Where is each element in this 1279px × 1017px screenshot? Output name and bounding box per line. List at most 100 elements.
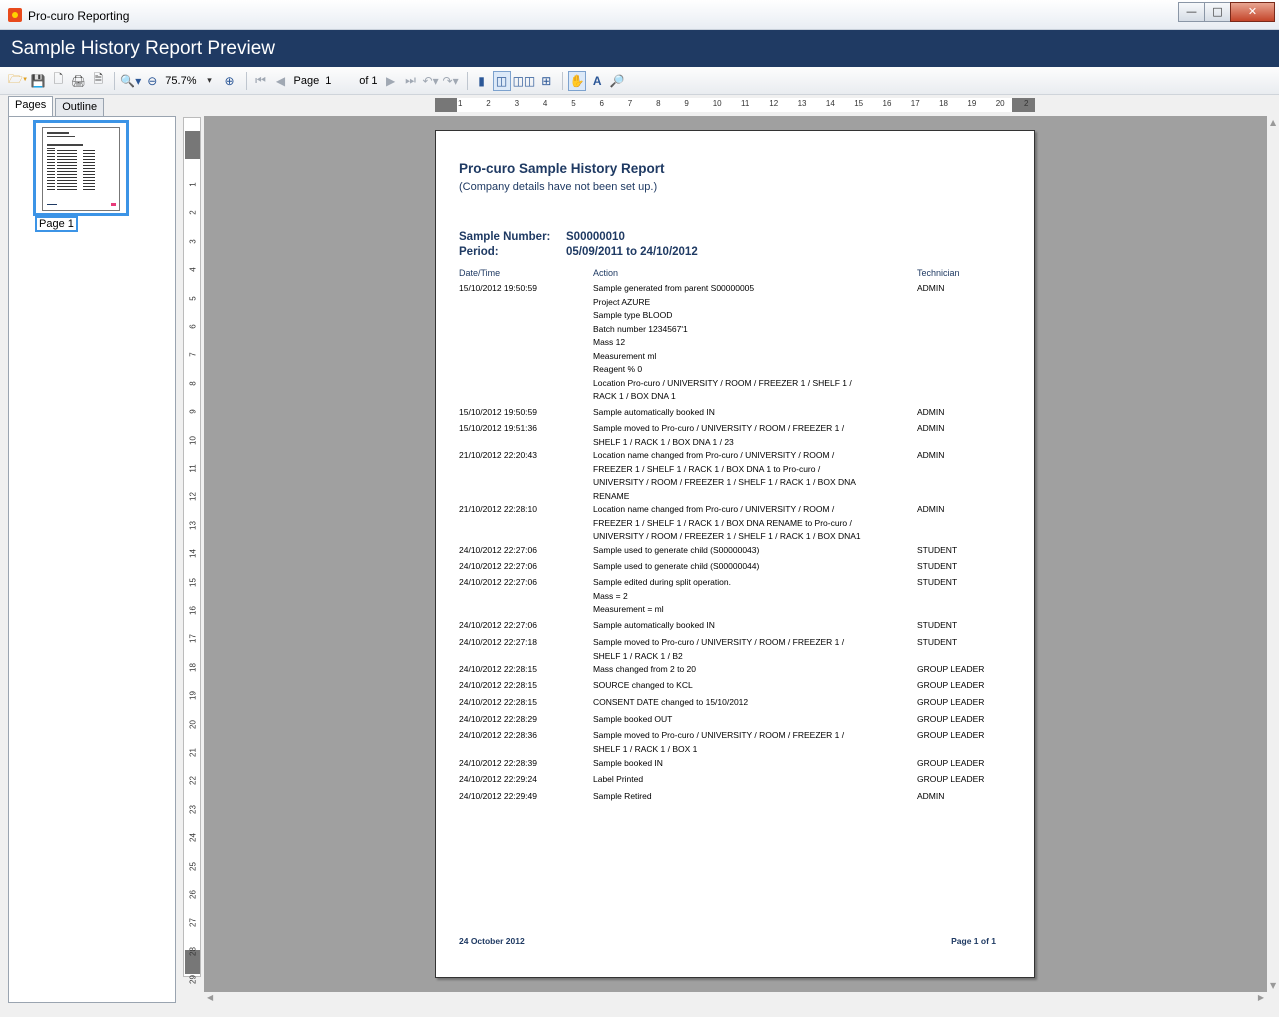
horizontal-scrollbar[interactable]: ◀ ▶ <box>204 992 1267 1004</box>
row-datetime: 24/10/2012 22:28:15 <box>459 680 537 690</box>
ruler-tick-label: 1 <box>188 182 198 187</box>
ruler-margin <box>185 131 200 159</box>
ruler-tick-label: 26 <box>188 890 198 899</box>
last-page-icon[interactable]: ⏭ <box>402 71 420 91</box>
row-datetime: 24/10/2012 22:29:49 <box>459 791 537 801</box>
action-line: FREEZER 1 / SHELF 1 / RACK 1 / BOX DNA R… <box>593 517 852 528</box>
row-technician: GROUP LEADER <box>917 774 985 784</box>
action-line: Mass 12 <box>593 337 626 347</box>
page-thumbnail[interactable] <box>33 120 129 216</box>
ruler-tick-label: 7 <box>188 352 198 358</box>
maximize-button[interactable]: □ <box>1204 2 1231 22</box>
row-datetime: 24/10/2012 22:28:36 <box>459 730 537 740</box>
scroll-up-icon[interactable]: ▲ <box>1270 118 1276 127</box>
ruler-tick-label: 7 <box>627 99 633 108</box>
page-number-input[interactable] <box>323 71 358 90</box>
tab-pages[interactable]: Pages <box>8 96 54 116</box>
row-datetime: 21/10/2012 22:20:43 <box>459 450 537 460</box>
row-action: Sample Retired <box>593 790 893 804</box>
ruler-tick-label: 13 <box>188 520 198 530</box>
ruler-tick-label: 19 <box>188 691 198 701</box>
column-header-action: Action <box>593 268 619 278</box>
action-line: RENAME <box>593 490 630 501</box>
row-technician: STUDENT <box>917 577 958 587</box>
ruler-tick-label: 20 <box>995 99 1005 108</box>
row-technician: STUDENT <box>917 545 958 555</box>
row-technician: GROUP LEADER <box>917 714 985 724</box>
action-line: Location name changed from Pro-curo / UN… <box>593 504 835 514</box>
previous-page-icon[interactable]: ◀ <box>272 71 290 91</box>
row-technician: STUDENT <box>917 620 958 630</box>
scroll-down-icon[interactable]: ▼ <box>1270 981 1276 990</box>
ruler-tick-label: 2 <box>1024 99 1029 108</box>
ruler-tick-label: 22 <box>188 776 198 786</box>
scroll-left-icon[interactable]: ◀ <box>207 993 213 1002</box>
ruler-tick-label: 24 <box>188 833 198 843</box>
ruler-margin <box>435 98 457 112</box>
scroll-right-icon[interactable]: ▶ <box>1258 993 1264 1002</box>
back-icon[interactable]: ↶▾ <box>422 71 440 91</box>
zoom-in-icon[interactable]: ⊕ <box>221 71 239 91</box>
row-datetime: 21/10/2012 22:28:10 <box>459 504 537 514</box>
ruler-tick-label: 5 <box>571 99 576 108</box>
ruler-tick-label: 8 <box>188 381 198 386</box>
row-technician: GROUP LEADER <box>917 680 985 690</box>
action-line: UNIVERSITY / ROOM / FREEZER 1 / SHELF 1 … <box>593 477 856 487</box>
save-icon[interactable]: 💾 <box>29 71 47 91</box>
continuous-page-icon[interactable]: ◫ <box>492 70 511 91</box>
row-action: SOURCE changed to KCL <box>593 679 893 693</box>
multiple-pages-icon[interactable]: ⊞ <box>537 71 555 91</box>
ruler-tick-label: 18 <box>188 662 198 672</box>
vertical-scrollbar[interactable]: ▲ ▼ <box>1267 116 1279 992</box>
first-page-icon[interactable]: ⏮ <box>252 71 270 91</box>
row-action: Sample moved to Pro-curo / UNIVERSITY / … <box>593 422 893 449</box>
print-icon[interactable]: 🖨 <box>69 71 87 91</box>
page-setup-icon[interactable]: 🗋 <box>49 71 67 91</box>
row-datetime: 24/10/2012 22:27:06 <box>459 545 537 555</box>
action-line: FREEZER 1 / SHELF 1 / RACK 1 / BOX DNA 1… <box>593 463 821 474</box>
tab-outline[interactable]: Outline <box>55 98 105 116</box>
toolbar-separator <box>114 71 116 90</box>
ruler-tick-label: 2 <box>188 210 198 216</box>
zoom-out-icon[interactable]: ⊖ <box>143 71 161 91</box>
minimize-button[interactable]: — <box>1178 2 1205 22</box>
close-button[interactable]: ✕ <box>1230 2 1275 22</box>
forward-icon[interactable]: ↷▾ <box>442 71 460 91</box>
action-line: Sample moved to Pro-curo / UNIVERSITY / … <box>593 423 845 433</box>
row-datetime: 15/10/2012 19:51:36 <box>459 423 537 433</box>
two-pages-icon[interactable]: ◫◫ <box>513 71 536 91</box>
zoom-icon[interactable]: 🔍▾ <box>120 71 141 91</box>
single-page-icon[interactable]: ▮ <box>473 71 491 91</box>
window-titlebar: Pro-curo Reporting — □ ✕ <box>0 0 1279 30</box>
chevron-down-icon[interactable]: ▾ <box>201 71 219 91</box>
row-technician: ADMIN <box>917 407 945 417</box>
hand-tool-icon[interactable]: ✋ <box>568 70 587 91</box>
ruler-tick-label: 2 <box>486 99 491 108</box>
action-line: SHELF 1 / RACK 1 / BOX DNA 1 / 23 <box>593 436 734 447</box>
status-bar <box>0 1004 1279 1017</box>
ruler-tick-label: 15 <box>854 99 864 108</box>
quick-print-icon[interactable]: 🗎 <box>89 71 107 91</box>
preview-toolbar: 🗁▾ 💾 🗋 🖨 🗎 🔍▾ ⊖ 75.7% ▾ ⊕ ⏮ ◀ Page of 1 … <box>0 67 1279 95</box>
ruler-tick-label: 14 <box>188 549 198 559</box>
zoom-select[interactable]: 75.7% <box>163 71 198 91</box>
find-icon[interactable]: 🔎 <box>608 71 626 91</box>
ruler-tick-label: 3 <box>514 99 520 108</box>
ruler-tick-label: 9 <box>188 409 198 414</box>
row-datetime: 24/10/2012 22:27:18 <box>459 637 537 647</box>
text-select-icon[interactable]: A <box>588 71 606 91</box>
next-page-icon[interactable]: ▶ <box>382 71 400 91</box>
vertical-ruler: 1 2 3 4 5 6 7 8 9 10 11 12 13 14 15 16 17 18 19 20 21 22 23 24 2… <box>183 117 201 984</box>
row-technician: ADMIN <box>917 450 945 460</box>
report-title: Pro-curo Sample History Report <box>459 161 665 176</box>
pages-panel: Page 1 <box>8 116 176 1003</box>
action-line: Location name changed from Pro-curo / UN… <box>593 450 835 460</box>
action-line: Reagent % 0 <box>593 364 643 374</box>
ruler-tick-label: 9 <box>684 99 689 108</box>
row-technician: GROUP LEADER <box>917 697 985 707</box>
row-action: Sample edited during split operation. Mas… <box>593 576 893 617</box>
open-folder-icon[interactable]: 🗁▾ <box>8 71 27 91</box>
thumbnail-label: Page 1 <box>35 216 78 232</box>
action-line: RACK 1 / BOX DNA 1 <box>593 391 676 401</box>
row-datetime: 15/10/2012 19:50:59 <box>459 407 537 417</box>
